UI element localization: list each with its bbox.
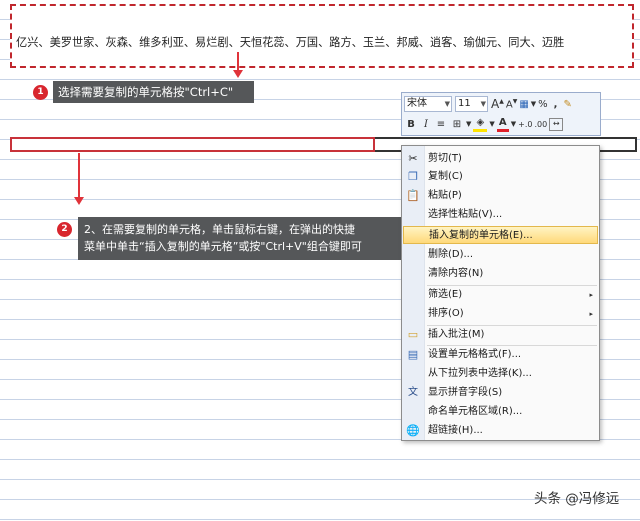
arrow-2-line: [78, 153, 80, 199]
step-2-badge: 2: [57, 222, 72, 237]
font-color-icon[interactable]: A: [496, 117, 509, 132]
chevron-down-icon[interactable]: ▼: [489, 120, 494, 128]
grow-font-icon[interactable]: A▲: [491, 97, 504, 111]
step-1-number: 1: [37, 87, 44, 97]
step-2-line-2: 菜单中单击“插入复制的单元格”或按"Ctrl+V"组合键即可: [84, 240, 362, 253]
menu-item-delete[interactable]: 删除(D)...: [403, 246, 598, 264]
menu-item-cut[interactable]: ✂ 剪切(T): [403, 150, 598, 168]
cut-icon: ✂: [408, 152, 418, 165]
arrow-1-line: [237, 52, 239, 70]
step-2-number: 2: [61, 224, 68, 234]
percent-icon[interactable]: %: [538, 99, 548, 110]
format-painter-icon[interactable]: ✎: [563, 99, 571, 110]
font-name-select[interactable]: 宋体 ▼: [404, 96, 452, 112]
menu-item-pick-from-list[interactable]: 从下拉列表中选择(K)...: [403, 365, 598, 383]
menu-item-paste[interactable]: 📋 粘贴(P): [403, 187, 598, 205]
shrink-font-icon[interactable]: A▼: [506, 98, 517, 110]
copied-cell-text: 亿兴、美罗世家、灰森、维多利亚、易烂剧、天恒花蕊、万国、路方、玉兰、邦威、逍客、…: [16, 36, 565, 49]
chevron-down-icon[interactable]: ▼: [511, 120, 516, 128]
bold-button[interactable]: B: [404, 119, 418, 130]
step-2-line-1: 2、在需要复制的单元格，单击鼠标右键，在弹出的快捷: [84, 223, 355, 236]
context-menu: ✂ 剪切(T) ❐ 复制(C) 📋 粘贴(P) 选择性粘贴(V)... 插入复制…: [401, 145, 600, 441]
format-cells-icon: ▤: [407, 348, 419, 361]
step-1-badge: 1: [33, 85, 48, 100]
hyperlink-icon: 🌐: [406, 424, 420, 437]
font-size-select[interactable]: 11 ▼: [455, 96, 488, 112]
align-center-icon[interactable]: ≡: [434, 119, 448, 130]
chevron-down-icon: ▼: [444, 100, 450, 108]
comma-style-icon[interactable]: ,: [554, 99, 558, 110]
decrease-decimal-icon[interactable]: .00: [535, 120, 548, 129]
menu-item-clear-contents[interactable]: 清除内容(N): [403, 265, 598, 283]
font-name-value: 宋体: [407, 98, 427, 109]
merge-center-icon[interactable]: ↔: [549, 117, 564, 131]
increase-decimal-icon[interactable]: +.0: [518, 120, 532, 129]
copy-icon: ❐: [408, 170, 418, 183]
submenu-arrow-icon: ▸: [589, 291, 593, 299]
chevron-down-icon[interactable]: ▼: [466, 120, 471, 128]
currency-icon[interactable]: ▦: [519, 99, 528, 110]
mini-toolbar: 宋体 ▼ 11 ▼ A▲ A▼ ▦ ▼ % , ✎ B I ≡ ⊞ ▼ ◈ ▼ …: [401, 92, 601, 136]
fill-color-icon[interactable]: ◈: [473, 117, 488, 132]
phonetic-icon: 文: [408, 387, 418, 398]
menu-item-define-name[interactable]: 命名单元格区域(R)...: [403, 403, 598, 421]
arrow-1-head: [233, 70, 243, 78]
chevron-down-icon: ▼: [480, 100, 486, 108]
italic-button[interactable]: I: [420, 119, 432, 130]
chevron-down-icon[interactable]: ▼: [531, 100, 536, 108]
menu-item-sort[interactable]: 排序(O) ▸: [403, 305, 598, 323]
menu-item-format-cells[interactable]: ▤ 设置单元格格式(F)...: [403, 346, 598, 364]
step-2-callout: 2、在需要复制的单元格，单击鼠标右键，在弹出的快捷 菜单中单击“插入复制的单元格…: [78, 217, 410, 260]
menu-item-insert-comment[interactable]: ▭ 插入批注(M): [403, 326, 598, 344]
menu-item-hyperlink[interactable]: 🌐 超链接(H)...: [403, 422, 598, 440]
submenu-arrow-icon: ▸: [589, 310, 593, 318]
menu-item-filter[interactable]: 筛选(E) ▸: [403, 286, 598, 304]
borders-icon[interactable]: ⊞: [450, 119, 464, 130]
menu-item-copy[interactable]: ❐ 复制(C): [403, 168, 598, 186]
font-size-value: 11: [458, 98, 471, 109]
menu-item-paste-special[interactable]: 选择性粘贴(V)...: [403, 206, 598, 224]
comment-icon: ▭: [407, 328, 419, 341]
target-cell[interactable]: [10, 137, 375, 152]
copied-cell[interactable]: 亿兴、美罗世家、灰森、维多利亚、易烂剧、天恒花蕊、万国、路方、玉兰、邦威、逍客、…: [10, 4, 634, 68]
menu-item-insert-copied-cells[interactable]: 插入复制的单元格(E)...: [403, 226, 598, 244]
paste-icon: 📋: [406, 189, 420, 202]
step-1-callout: 选择需要复制的单元格按"Ctrl+C": [53, 81, 254, 103]
arrow-2-head: [74, 197, 84, 205]
watermark: 头条 @冯修远: [534, 491, 620, 507]
menu-item-show-phonetic[interactable]: 文 显示拼音字段(S): [403, 384, 598, 402]
step-1-text: 选择需要复制的单元格按"Ctrl+C": [58, 85, 234, 99]
